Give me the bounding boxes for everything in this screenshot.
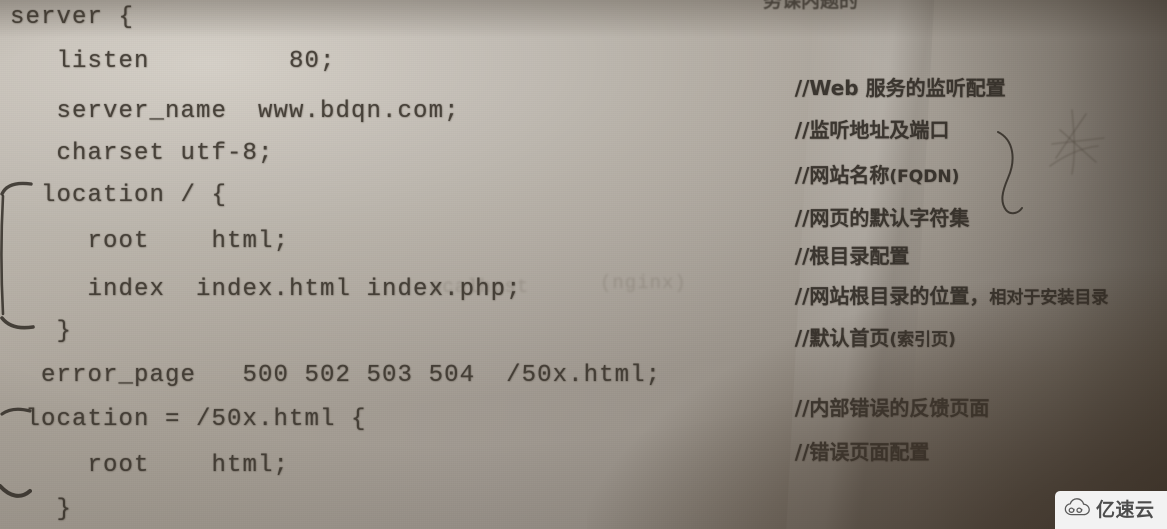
photo-page: ocalhost (nginx) server { listen 80; ser… <box>0 0 1167 529</box>
clipped-heading-text: 务课内题的 <box>763 0 859 12</box>
code-line: root html; <box>10 452 290 479</box>
code-line: server { <box>10 4 135 31</box>
code-listing: server { listen 80; server_name www.bdqn… <box>0 0 760 529</box>
watermark-brand: 亿速云 <box>1096 498 1155 521</box>
comment-listing: 务课内题的 //Web 服务的监听配置 //监听地址及端口 //网站名称(FQD… <box>745 0 1167 529</box>
watermark-badge: 亿速云 <box>1055 491 1167 529</box>
code-line: listen 80; <box>10 48 336 75</box>
comment-line: //错误页面配置 <box>753 412 930 489</box>
comment-line: //默认首页(索引页) <box>753 298 956 375</box>
code-line: root html; <box>10 228 290 255</box>
code-line: location = /50x.html { <box>10 406 367 433</box>
code-line: error_page 500 502 503 504 /50x.html; <box>10 362 662 389</box>
code-line: charset utf-8; <box>10 140 274 167</box>
code-line: index index.html index.php; <box>10 276 522 303</box>
code-line: } <box>10 318 73 345</box>
code-line: location / { <box>10 182 228 209</box>
cloud-icon <box>1064 498 1091 522</box>
comment-note: (索引页) <box>889 330 956 350</box>
code-line: } <box>10 496 73 523</box>
comment-text: //默认首页 <box>794 326 890 350</box>
comment-note: 相对于安装目录 <box>989 288 1109 308</box>
comment-text: //错误页面配置 <box>794 440 930 464</box>
code-line: server_name www.bdqn.com; <box>10 98 460 125</box>
